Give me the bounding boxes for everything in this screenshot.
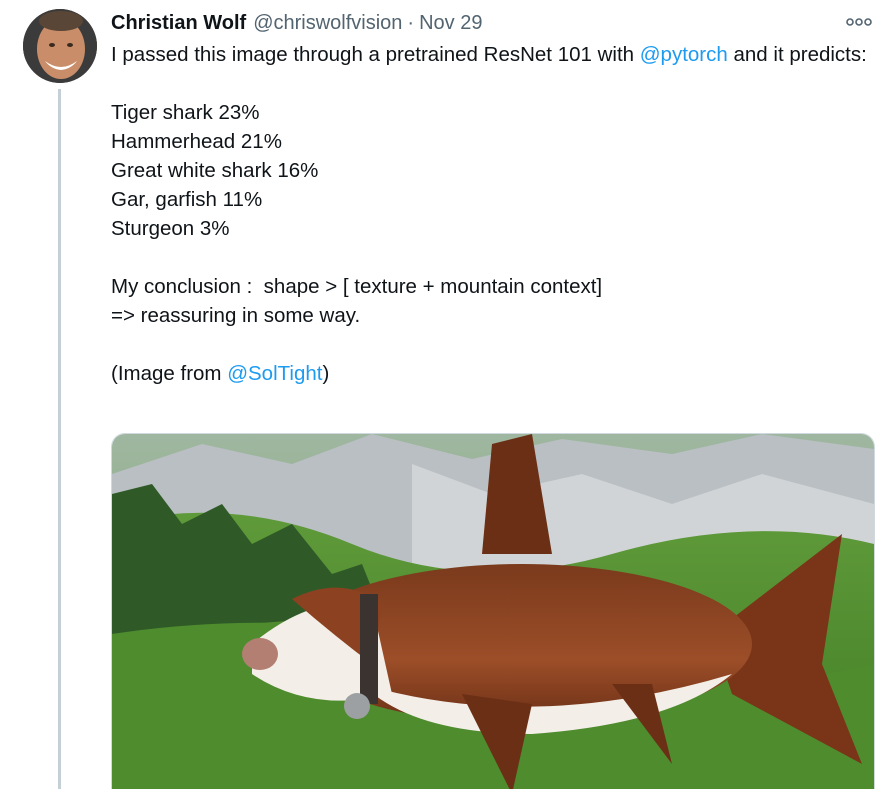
credit-text-end: ) bbox=[322, 362, 330, 385]
author-name[interactable]: Christian Wolf bbox=[111, 12, 246, 35]
more-horizontal-icon bbox=[846, 18, 872, 26]
avatar-face-icon bbox=[23, 9, 97, 83]
prediction-line: Sturgeon 3% bbox=[111, 217, 230, 240]
prediction-line: Great white shark 16% bbox=[111, 159, 319, 182]
avatar[interactable] bbox=[23, 9, 97, 83]
conclusion-line: => reassuring in some way. bbox=[111, 304, 361, 327]
tweet-text-intro: I passed this image through a pretrained… bbox=[111, 43, 640, 66]
tweet-text-intro-end: and it predicts: bbox=[727, 43, 867, 66]
tweet-text: I passed this image through a pretrained… bbox=[111, 40, 871, 388]
mention-pytorch-link[interactable]: @pytorch bbox=[640, 43, 728, 66]
tweet-media-image[interactable] bbox=[111, 433, 875, 789]
header-separator: · bbox=[407, 11, 415, 34]
more-options-button[interactable] bbox=[846, 14, 872, 30]
mention-soltight-link[interactable]: @SolTight bbox=[227, 362, 322, 385]
prediction-line: Hammerhead 21% bbox=[111, 130, 282, 153]
thread-connector-line bbox=[58, 89, 61, 789]
prediction-line: Gar, garfish 11% bbox=[111, 188, 263, 211]
tweet: Christian Wolf @chriswolfvision · Nov 29… bbox=[0, 0, 886, 789]
prediction-line: Tiger shark 23% bbox=[111, 101, 260, 124]
cow-shark-photo bbox=[112, 434, 874, 789]
conclusion-line: My conclusion : shape > [ texture + moun… bbox=[111, 275, 603, 298]
author-handle[interactable]: @chriswolfvision bbox=[253, 12, 402, 35]
tweet-date[interactable]: Nov 29 bbox=[419, 12, 482, 35]
credit-text: (Image from bbox=[111, 362, 228, 385]
tweet-header: Christian Wolf @chriswolfvision · Nov 29 bbox=[111, 9, 482, 37]
